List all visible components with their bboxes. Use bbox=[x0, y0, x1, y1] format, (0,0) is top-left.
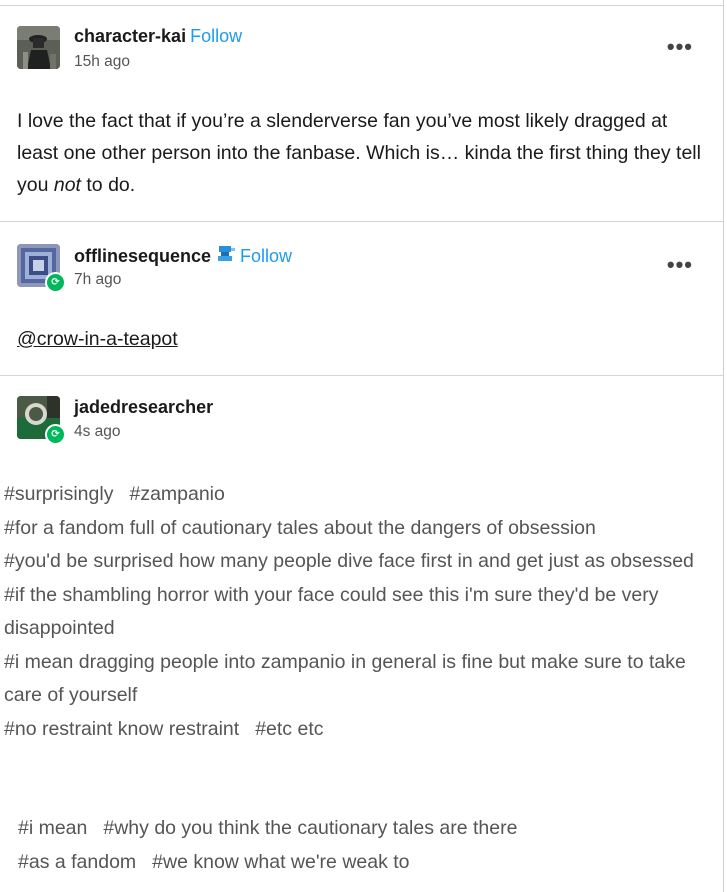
tag-row: #you'd be surprised how many people dive… bbox=[4, 545, 716, 579]
top-divider bbox=[0, 5, 723, 6]
tag[interactable]: #etc etc bbox=[255, 718, 323, 740]
tag-row: #as a fandom #we know what we're weak to bbox=[18, 846, 727, 880]
ellipsis-icon[interactable]: ••• bbox=[667, 252, 693, 278]
tag-row: #no restraint know restraint #etc etc bbox=[4, 713, 716, 747]
post-header: ⟳ jadedresearcher 4s ago bbox=[17, 396, 707, 445]
follow-button[interactable]: Follow bbox=[190, 26, 242, 46]
post-header: character-kai Follow 15h ago bbox=[17, 26, 707, 72]
tag-list: #surprisingly #zampanio #for a fandom ful… bbox=[4, 478, 716, 746]
post-header: ⟳ offlinesequence Follow 7h ago bbox=[17, 244, 707, 293]
tag[interactable]: #you'd be surprised how many people dive… bbox=[4, 550, 694, 572]
username-row: character-kai Follow bbox=[74, 26, 242, 47]
tag-row: #i mean dragging people into zampanio in… bbox=[4, 646, 716, 713]
tag[interactable]: #for a fandom full of cautionary tales a… bbox=[4, 517, 596, 539]
ellipsis-icon[interactable]: ••• bbox=[667, 34, 693, 60]
tag-row: #i mean #why do you think the cautionary … bbox=[18, 812, 727, 846]
tag[interactable]: #as a fandom bbox=[18, 851, 136, 873]
username[interactable]: jadedresearcher bbox=[74, 397, 213, 417]
username-row: offlinesequence Follow bbox=[74, 245, 292, 268]
user-emoji-icon bbox=[216, 245, 236, 268]
post-body: @crow-in-a-teapot bbox=[17, 323, 707, 355]
tag[interactable]: #surprisingly bbox=[4, 483, 113, 505]
post-timestamp[interactable]: 7h ago bbox=[74, 271, 121, 289]
post-text-end: to do. bbox=[80, 174, 136, 196]
username-row: jadedresearcher bbox=[74, 397, 213, 418]
reblog-icon: ⟳ bbox=[45, 424, 66, 445]
tag-row: #for a fandom full of cautionary tales a… bbox=[4, 512, 716, 546]
avatar[interactable] bbox=[17, 26, 60, 69]
username[interactable]: character-kai bbox=[74, 26, 186, 46]
post-thread: character-kai Follow 15h ago ••• I love t… bbox=[0, 0, 724, 892]
username[interactable]: offlinesequence bbox=[74, 246, 211, 266]
tag-row: #if the shambling horror with your face … bbox=[4, 579, 716, 646]
tag[interactable]: #zampanio bbox=[129, 483, 224, 505]
post-text-emphasis: not bbox=[53, 174, 81, 196]
mention-link[interactable]: @crow-in-a-teapot bbox=[17, 328, 178, 350]
post-divider bbox=[0, 375, 723, 376]
reblog-icon: ⟳ bbox=[45, 272, 66, 293]
post-timestamp[interactable]: 4s ago bbox=[74, 423, 121, 441]
tag[interactable]: #i mean dragging people into zampanio in… bbox=[4, 651, 686, 707]
tag[interactable]: #if the shambling horror with your face … bbox=[4, 584, 659, 640]
tag[interactable]: #no restraint know restraint bbox=[4, 718, 239, 740]
post-timestamp[interactable]: 15h ago bbox=[74, 53, 130, 71]
follow-button[interactable]: Follow bbox=[240, 246, 292, 266]
tag[interactable]: #i mean bbox=[18, 817, 87, 839]
tag[interactable]: #we know what we're weak to bbox=[152, 851, 409, 873]
post-divider bbox=[0, 221, 723, 222]
tag-row: #surprisingly #zampanio bbox=[4, 478, 716, 512]
post-body: I love the fact that if you’re a slender… bbox=[17, 105, 707, 201]
tag-list-continued: #i mean #why do you think the cautionary … bbox=[18, 812, 727, 879]
tag[interactable]: #why do you think the cautionary tales a… bbox=[103, 817, 517, 839]
